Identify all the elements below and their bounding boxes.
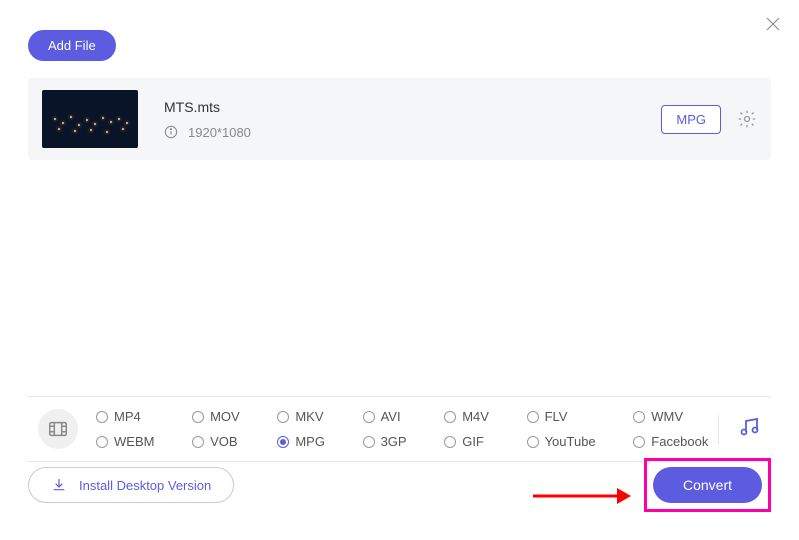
download-icon (51, 477, 67, 493)
close-icon (764, 15, 782, 33)
format-option-mp4[interactable]: MP4 (96, 409, 156, 424)
format-options: MP4 MOV MKV AVI M4V FLV WMV WEBM VOB MPG 3GP GIF You… (96, 409, 710, 449)
file-name: MTS.mts (164, 99, 661, 115)
format-label: MOV (210, 409, 240, 424)
file-resolution-row: 1920*1080 (164, 125, 661, 140)
radio-icon (633, 411, 645, 423)
convert-button[interactable]: Convert (653, 467, 762, 503)
format-label: WMV (651, 409, 683, 424)
format-label: FLV (545, 409, 568, 424)
radio-icon (192, 411, 204, 423)
film-icon (47, 418, 69, 440)
add-file-button[interactable]: Add File (28, 30, 116, 61)
radio-icon (527, 411, 539, 423)
radio-icon (363, 411, 375, 423)
format-label: VOB (210, 434, 237, 449)
install-desktop-button[interactable]: Install Desktop Version (28, 467, 234, 503)
video-thumbnail[interactable] (42, 90, 138, 148)
file-resolution: 1920*1080 (188, 125, 251, 140)
format-label: Facebook (651, 434, 708, 449)
format-label: WEBM (114, 434, 154, 449)
formats-panel: MP4 MOV MKV AVI M4V FLV WMV WEBM VOB MPG 3GP GIF You… (28, 396, 771, 462)
radio-icon (96, 436, 108, 448)
install-label: Install Desktop Version (79, 478, 211, 493)
format-label: MKV (295, 409, 323, 424)
annotation-highlight: Convert (644, 458, 771, 512)
bottom-bar: Install Desktop Version Convert (28, 458, 771, 512)
radio-icon (444, 436, 456, 448)
format-label: MP4 (114, 409, 141, 424)
radio-icon (96, 411, 108, 423)
radio-icon (277, 411, 289, 423)
music-icon (737, 415, 761, 439)
format-option-avi[interactable]: AVI (363, 409, 409, 424)
radio-icon (633, 436, 645, 448)
video-category-tab[interactable] (38, 409, 78, 449)
format-label: YouTube (545, 434, 596, 449)
annotation-arrow (531, 484, 631, 508)
format-option-youtube[interactable]: YouTube (527, 434, 598, 449)
radio-icon (277, 436, 289, 448)
format-option-mov[interactable]: MOV (192, 409, 241, 424)
radio-icon (444, 411, 456, 423)
audio-category-tab[interactable] (718, 415, 761, 444)
format-label: 3GP (381, 434, 407, 449)
format-option-gif[interactable]: GIF (444, 434, 490, 449)
file-item: MTS.mts 1920*1080 MPG (28, 78, 771, 160)
format-option-facebook[interactable]: Facebook (633, 434, 710, 449)
output-format-badge[interactable]: MPG (661, 105, 721, 134)
format-option-wmv[interactable]: WMV (633, 409, 710, 424)
radio-icon (192, 436, 204, 448)
format-label: MPG (295, 434, 325, 449)
radio-icon (363, 436, 375, 448)
format-label: GIF (462, 434, 484, 449)
format-option-m4v[interactable]: M4V (444, 409, 490, 424)
file-list: MTS.mts 1920*1080 MPG (28, 78, 771, 160)
format-option-flv[interactable]: FLV (527, 409, 598, 424)
file-meta: MTS.mts 1920*1080 (164, 99, 661, 140)
format-option-3gp[interactable]: 3GP (363, 434, 409, 449)
format-option-mpg[interactable]: MPG (277, 434, 326, 449)
settings-icon[interactable] (737, 109, 757, 129)
info-icon (164, 125, 178, 139)
radio-icon (527, 436, 539, 448)
format-option-vob[interactable]: VOB (192, 434, 241, 449)
format-option-mkv[interactable]: MKV (277, 409, 326, 424)
file-actions: MPG (661, 105, 757, 134)
format-label: AVI (381, 409, 401, 424)
format-option-webm[interactable]: WEBM (96, 434, 156, 449)
format-label: M4V (462, 409, 489, 424)
close-button[interactable] (761, 12, 785, 36)
